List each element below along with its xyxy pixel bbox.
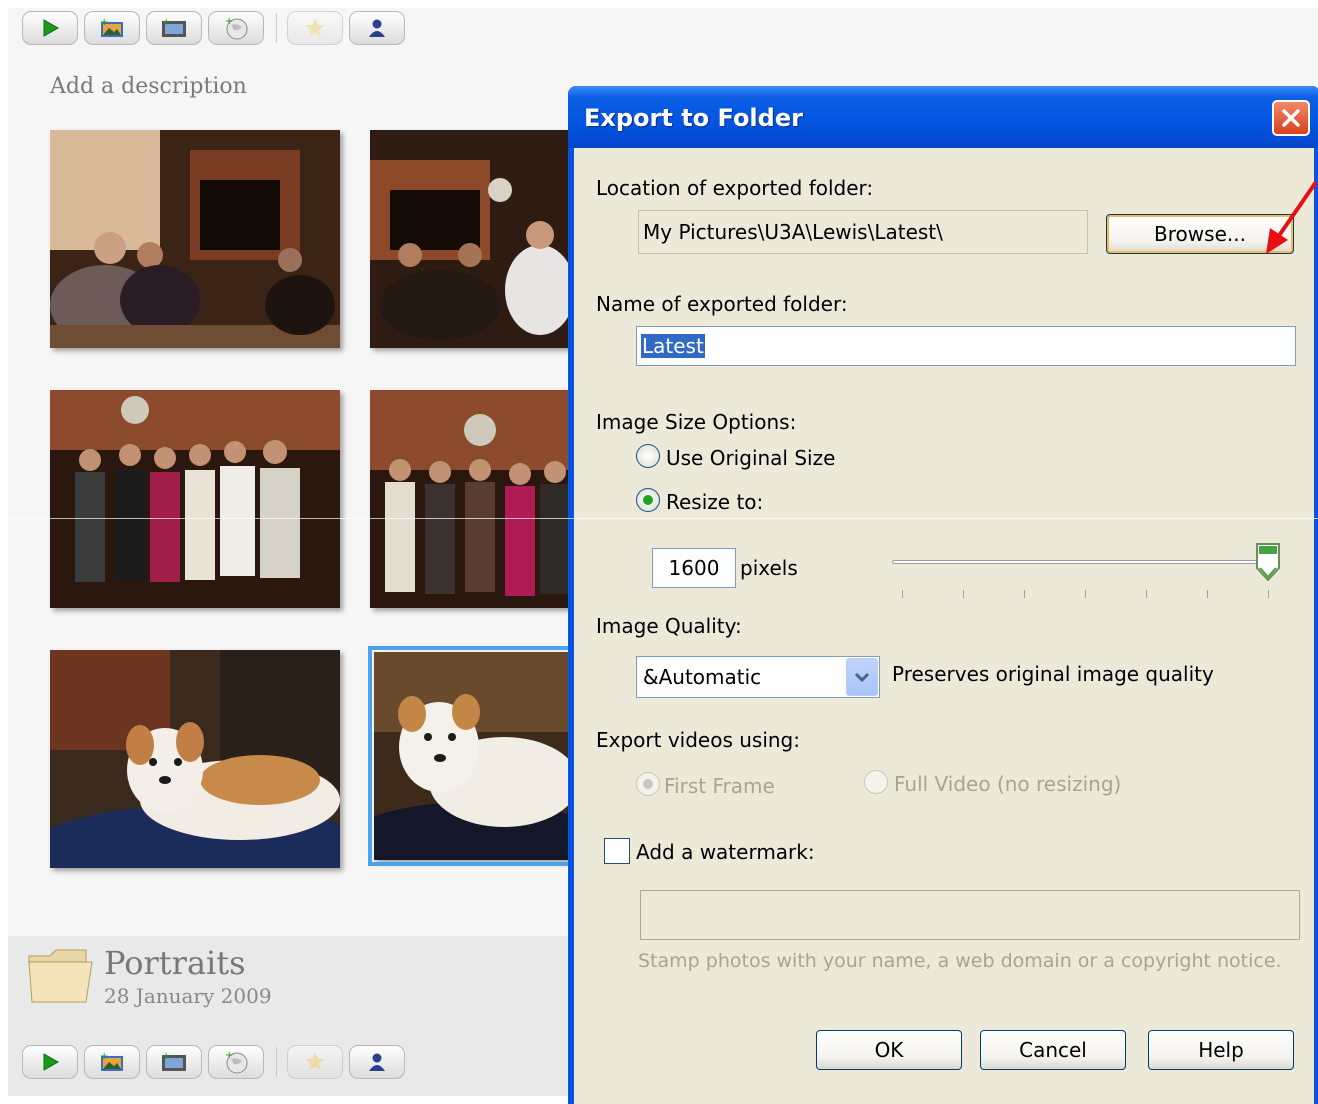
chevron-down-icon <box>854 672 870 683</box>
svg-text:+: + <box>225 16 233 27</box>
photo-thumbnail[interactable] <box>370 390 570 608</box>
album-date: 28 January 2009 <box>104 984 272 1008</box>
close-icon <box>1282 109 1300 127</box>
photo-thumbnail[interactable] <box>50 650 340 868</box>
photo-thumbnail-selected[interactable] <box>368 646 576 866</box>
upload-button[interactable]: + <box>84 1045 140 1079</box>
resize-to-radio[interactable] <box>636 488 660 512</box>
cancel-button[interactable]: Cancel <box>980 1030 1126 1070</box>
movie-icon: + <box>162 17 186 37</box>
export-to-folder-dialog: Export to Folder Location of exported fo… <box>568 86 1318 1104</box>
folder-name-input[interactable]: Latest <box>636 326 1296 366</box>
location-field: My Pictures\U3A\Lewis\Latest\ <box>638 210 1088 254</box>
full-video-label: Full Video (no resizing) <box>894 772 1122 796</box>
people-button[interactable] <box>349 1045 405 1079</box>
watermark-input[interactable] <box>640 890 1300 940</box>
play-slideshow-button[interactable] <box>22 11 78 45</box>
annotation-arrow-icon <box>1266 180 1318 254</box>
first-frame-radio[interactable] <box>636 772 660 796</box>
watermark-hint: Stamp photos with your name, a web domai… <box>638 950 1282 972</box>
star-icon <box>305 18 325 37</box>
svg-text:+: + <box>162 1051 170 1062</box>
close-button[interactable] <box>1272 100 1310 136</box>
globe-icon: + <box>225 1050 248 1074</box>
slider-tick <box>1146 590 1147 598</box>
slider-tick <box>1024 590 1025 598</box>
geotag-button[interactable]: + <box>208 11 264 45</box>
image-quality-label: Image Quality: <box>596 614 742 638</box>
quality-note: Preserves original image quality <box>892 662 1214 686</box>
first-frame-label: First Frame <box>664 774 775 798</box>
toolbar-separator <box>276 13 277 43</box>
album-toolbar-bottom: + + + <box>22 1042 411 1082</box>
add-watermark-label: Add a watermark: <box>636 840 815 864</box>
upload-icon: + <box>100 17 123 37</box>
dialog-title: Export to Folder <box>584 104 803 132</box>
folder-icon <box>28 949 93 1003</box>
dialog-titlebar[interactable]: Export to Folder <box>568 86 1318 148</box>
slider-tick <box>963 590 964 598</box>
play-icon <box>43 1053 60 1071</box>
photo-living-room-1 <box>50 130 340 348</box>
ok-button[interactable]: OK <box>816 1030 962 1070</box>
image-quality-value: &Automatic <box>643 665 762 689</box>
add-watermark-checkbox[interactable] <box>604 838 630 864</box>
toolbar-separator <box>276 1047 277 1077</box>
play-slideshow-button[interactable] <box>22 1045 78 1079</box>
resize-to-label: Resize to: <box>666 490 764 514</box>
photo-group-2 <box>370 390 570 608</box>
resize-slider-thumb[interactable] <box>1255 542 1281 582</box>
resize-slider-track[interactable] <box>892 560 1278 564</box>
upload-button[interactable]: + <box>84 11 140 45</box>
upload-icon: + <box>100 1051 123 1071</box>
resize-pixels-input[interactable]: 1600 <box>652 548 736 588</box>
star-icon <box>305 1052 325 1071</box>
movie-button[interactable]: + <box>146 1045 202 1079</box>
photo-dog-1 <box>50 650 340 868</box>
location-label: Location of exported folder: <box>596 176 874 200</box>
scan-line <box>0 518 1318 519</box>
photo-living-room-2 <box>370 130 570 348</box>
full-video-radio[interactable] <box>864 770 888 794</box>
folder-name-value: Latest <box>641 334 705 358</box>
svg-text:+: + <box>100 1051 108 1062</box>
photo-dog-2 <box>374 652 570 860</box>
slider-tick <box>1207 590 1208 598</box>
pixels-label: pixels <box>740 556 798 580</box>
name-label: Name of exported folder: <box>596 292 848 316</box>
star-button[interactable] <box>287 1045 343 1079</box>
star-button[interactable] <box>287 11 343 45</box>
photo-thumbnail[interactable] <box>50 130 340 348</box>
export-videos-label: Export videos using: <box>596 728 800 752</box>
geotag-button[interactable]: + <box>208 1045 264 1079</box>
album-title[interactable]: Portraits <box>104 944 246 982</box>
help-button[interactable]: Help <box>1148 1030 1294 1070</box>
svg-text:+: + <box>225 1050 233 1061</box>
person-icon <box>369 19 385 37</box>
album-toolbar-top: + + + <box>22 8 411 48</box>
image-quality-select[interactable]: &Automatic <box>636 656 880 698</box>
svg-text:+: + <box>162 17 170 28</box>
photo-group-1 <box>50 390 340 608</box>
use-original-size-radio[interactable] <box>636 444 660 468</box>
use-original-size-label: Use Original Size <box>666 446 836 470</box>
people-button[interactable] <box>349 11 405 45</box>
movie-button[interactable]: + <box>146 11 202 45</box>
slider-tick <box>1085 590 1086 598</box>
play-icon <box>43 19 60 37</box>
image-size-label: Image Size Options: <box>596 410 797 434</box>
person-icon <box>369 1053 385 1071</box>
globe-icon: + <box>225 16 248 40</box>
photo-thumbnail[interactable] <box>50 390 340 608</box>
radio-dot <box>643 495 653 505</box>
radio-dot <box>643 779 653 789</box>
svg-text:+: + <box>100 17 108 28</box>
slider-tick <box>902 590 903 598</box>
slider-tick <box>1268 590 1269 598</box>
photo-thumbnail[interactable] <box>370 130 570 348</box>
dialog-body: Location of exported folder: My Pictures… <box>574 148 1314 1104</box>
dropdown-button[interactable] <box>846 658 878 696</box>
movie-icon: + <box>162 1051 186 1071</box>
album-description[interactable]: Add a description <box>50 74 247 99</box>
